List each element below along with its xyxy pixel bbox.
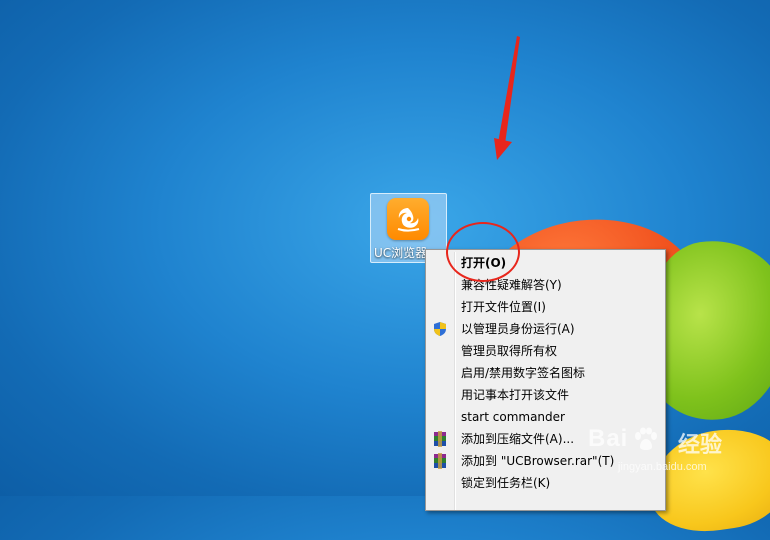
menu-item-open-file-location[interactable]: 打开文件位置(I)	[428, 296, 662, 318]
menu-item-run-as-admin[interactable]: 以管理员身份运行(A)	[428, 318, 662, 340]
menu-item-toggle-signature-icon[interactable]: 启用/禁用数字签名图标	[428, 362, 662, 384]
red-circle-annotation	[446, 222, 520, 282]
watermark-suffix: 经验	[678, 433, 723, 458]
winrar-icon	[434, 453, 446, 469]
desktop[interactable]: UC浏览器 打开(O) 兼容性疑难解答(Y) 打开文件位置(I) 以管理员身份运…	[0, 0, 770, 540]
menu-item-label: 用记事本打开该文件	[461, 388, 570, 402]
winrar-icon	[434, 431, 446, 447]
watermark-brand: Bai	[588, 425, 629, 452]
menu-item-label: 管理员取得所有权	[461, 344, 558, 358]
menu-item-label: start commander	[461, 410, 565, 424]
baidu-jingyan-watermark: Bai 经验 jingyan.baidu.com	[588, 425, 768, 485]
red-arrow-annotation	[494, 36, 520, 160]
menu-item-label: 启用/禁用数字签名图标	[461, 366, 586, 380]
baidu-paw-icon	[635, 427, 657, 450]
menu-item-label: 添加到压缩文件(A)...	[461, 432, 575, 446]
menu-item-label: 锁定到任务栏(K)	[461, 476, 551, 490]
watermark-url: jingyan.baidu.com	[618, 461, 707, 473]
menu-item-open-with-notepad[interactable]: 用记事本打开该文件	[428, 384, 662, 406]
menu-item-label: 以管理员身份运行(A)	[461, 322, 575, 336]
menu-item-label: 打开文件位置(I)	[461, 300, 546, 314]
uc-browser-icon	[387, 198, 429, 240]
menu-item-take-ownership[interactable]: 管理员取得所有权	[428, 340, 662, 362]
uac-shield-icon	[434, 322, 446, 336]
